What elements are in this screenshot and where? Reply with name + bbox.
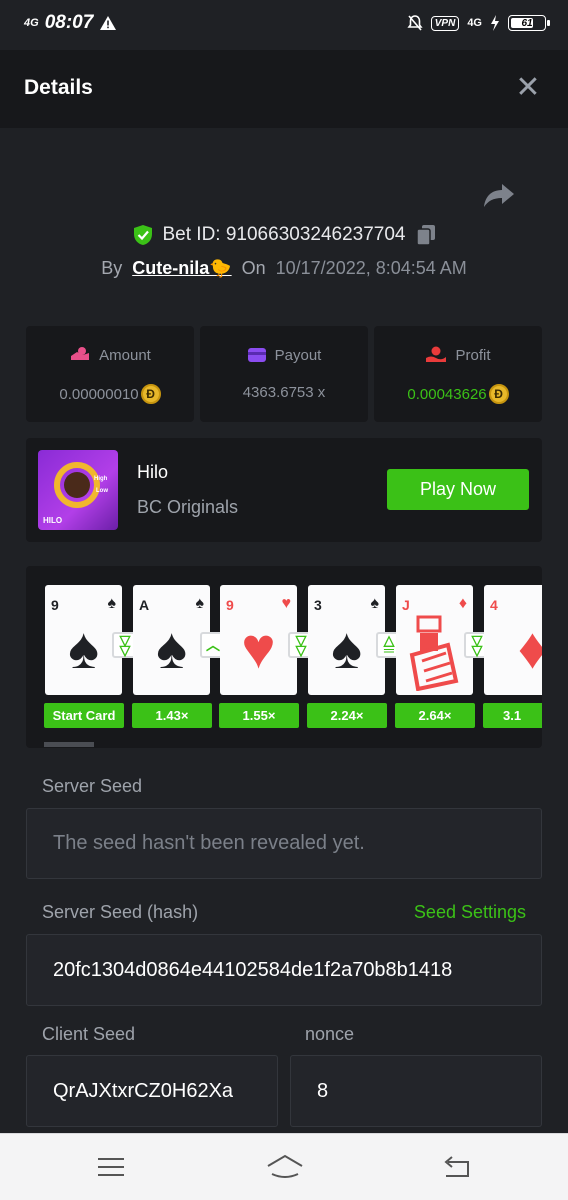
share-icon[interactable] <box>482 180 516 210</box>
thumb-tag: HILO <box>43 516 63 525</box>
cards-history[interactable]: 9 ♠ ♠ ▽ ▽ Start Card A ♠ ♠ ︿ 1.43× 9 ♥ ♥ ▽ ▽ … <box>26 566 542 748</box>
game-name: Hilo <box>137 462 169 482</box>
network-right: 4G <box>467 17 482 29</box>
card-multiplier: 2.64× <box>395 703 475 728</box>
doge-coin-icon: Ð <box>488 384 509 404</box>
playing-card: 9 ♥ ♥ <box>220 585 297 695</box>
doge-coin-icon: Ð <box>140 384 161 404</box>
profit-value: 0.00043626 <box>407 385 487 403</box>
play-now-button[interactable]: Play Now <box>387 469 529 510</box>
verified-shield-icon <box>133 225 152 245</box>
seed-settings-link[interactable]: Seed Settings <box>414 902 526 923</box>
playing-card: 4♦ ♦ <box>484 585 542 695</box>
card-multiplier: 1.43× <box>132 703 212 728</box>
home-icon[interactable] <box>266 1152 304 1182</box>
game-card: High Low HILO Hilo BC Originals Play Now <box>26 438 542 542</box>
payout-value: 4363.6753 x <box>242 384 326 401</box>
card-multiplier: 3.1 <box>483 703 542 728</box>
playing-card: 9 ♠ ♠ <box>45 585 122 695</box>
game-provider: BC Originals <box>137 497 239 517</box>
signal-icon: 4G <box>24 17 39 29</box>
charging-icon <box>491 15 499 31</box>
playing-card: 3 ♠ ♠ <box>308 585 385 695</box>
on-label: On <box>241 257 266 278</box>
amount-icon <box>71 347 90 360</box>
profit-icon <box>426 346 447 362</box>
user-link[interactable]: Cute-nila🐤 <box>132 258 231 279</box>
bet-author-row: By Cute-nila🐤 On 10/17/2022, 8:04:54 AM <box>0 254 568 282</box>
payout-icon <box>247 348 266 362</box>
battery-icon: 61 <box>508 15 550 31</box>
clock: 08:07 <box>44 12 94 33</box>
playing-card: J ♦ <box>396 585 473 695</box>
bet-id-row: Bet ID: 910663032462377​04 <box>0 220 568 250</box>
payout-card: Payout 4363.6753 x <box>200 326 368 422</box>
payout-label: Payout <box>274 346 322 364</box>
warning-icon <box>100 16 117 30</box>
status-bar: 4G 08:07 VPN 4G 61 <box>0 0 568 50</box>
card-multiplier: 2.24× <box>307 703 387 728</box>
vpn-badge: VPN <box>430 15 460 31</box>
close-icon[interactable]: ✕ <box>514 73 542 103</box>
page-title: Details <box>24 76 93 99</box>
system-navigation-bar <box>0 1133 568 1200</box>
profit-card: Profit 0.00043626 Ð <box>374 326 542 422</box>
bet-id: Bet ID: 910663032462377​04 <box>162 224 406 245</box>
amount-label: Amount <box>99 346 151 364</box>
bet-date: 10/17/2022, 8:04:54 AM <box>275 257 467 278</box>
back-icon[interactable] <box>440 1152 474 1182</box>
client-seed-field[interactable]: QrAJXtxrCZ0H62Xa <box>26 1055 278 1127</box>
horizontal-scrollbar[interactable] <box>44 742 94 747</box>
card-multiplier: 1.55× <box>219 703 299 728</box>
mute-icon <box>407 15 423 31</box>
details-header: Details ✕ <box>0 50 568 128</box>
server-seed-hash-label: Server Seed (hash) <box>42 902 199 922</box>
jack-figure-icon <box>409 615 459 691</box>
amount-card: Amount 0.00000010 Ð <box>26 326 194 422</box>
profit-label: Profit <box>455 346 491 364</box>
nonce-field[interactable]: 8 <box>290 1055 542 1127</box>
copy-icon[interactable] <box>415 224 436 246</box>
by-label: By <box>101 257 123 278</box>
client-seed-label: Client Seed <box>42 1024 136 1044</box>
menu-icon[interactable] <box>94 1152 128 1182</box>
server-seed-label: Server Seed <box>42 776 143 796</box>
server-seed-hash-field[interactable]: 20fc1304d0864e44102584de1f2a70b8b1418 <box>26 934 542 1006</box>
card-multiplier: Start Card <box>44 703 124 728</box>
hilo-game-thumbnail[interactable]: High Low HILO <box>38 450 118 530</box>
playing-card: A ♠ ♠ <box>133 585 210 695</box>
nonce-label: nonce <box>305 1024 355 1044</box>
server-seed-field: The seed hasn't been revealed yet. <box>26 808 542 879</box>
amount-value: 0.00000010 <box>59 385 139 403</box>
